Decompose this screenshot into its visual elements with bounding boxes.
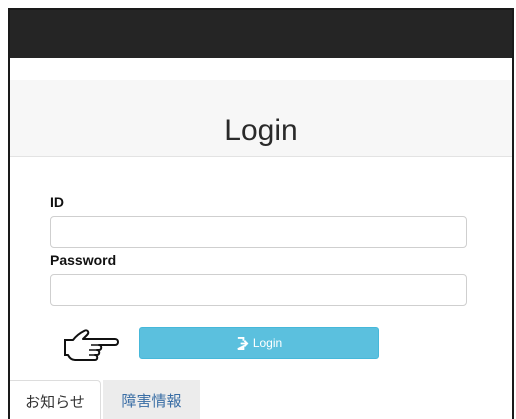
- id-field[interactable]: [50, 216, 467, 248]
- sign-in-icon: [237, 336, 249, 350]
- login-button-label: Login: [252, 336, 283, 350]
- tab-bar: お知らせ 障害情報: [10, 380, 512, 419]
- page-header: Login: [10, 80, 512, 157]
- tab-notices-label: お知らせ: [25, 393, 85, 411]
- pointing-hand-icon: [64, 329, 119, 361]
- navbar-spacer: [10, 58, 512, 80]
- password-label: Password: [50, 252, 117, 268]
- tab-outage-info[interactable]: 障害情報: [103, 380, 200, 419]
- password-field[interactable]: [50, 274, 467, 306]
- top-navbar: [10, 10, 512, 58]
- login-button[interactable]: Login: [139, 327, 379, 359]
- id-label: ID: [50, 194, 64, 210]
- page-title: Login: [224, 114, 298, 147]
- tab-notices[interactable]: お知らせ: [10, 380, 101, 419]
- app-window: Login ID Password Login お知らせ 障害情報: [8, 8, 514, 419]
- tab-outage-info-label: 障害情報: [121, 393, 182, 410]
